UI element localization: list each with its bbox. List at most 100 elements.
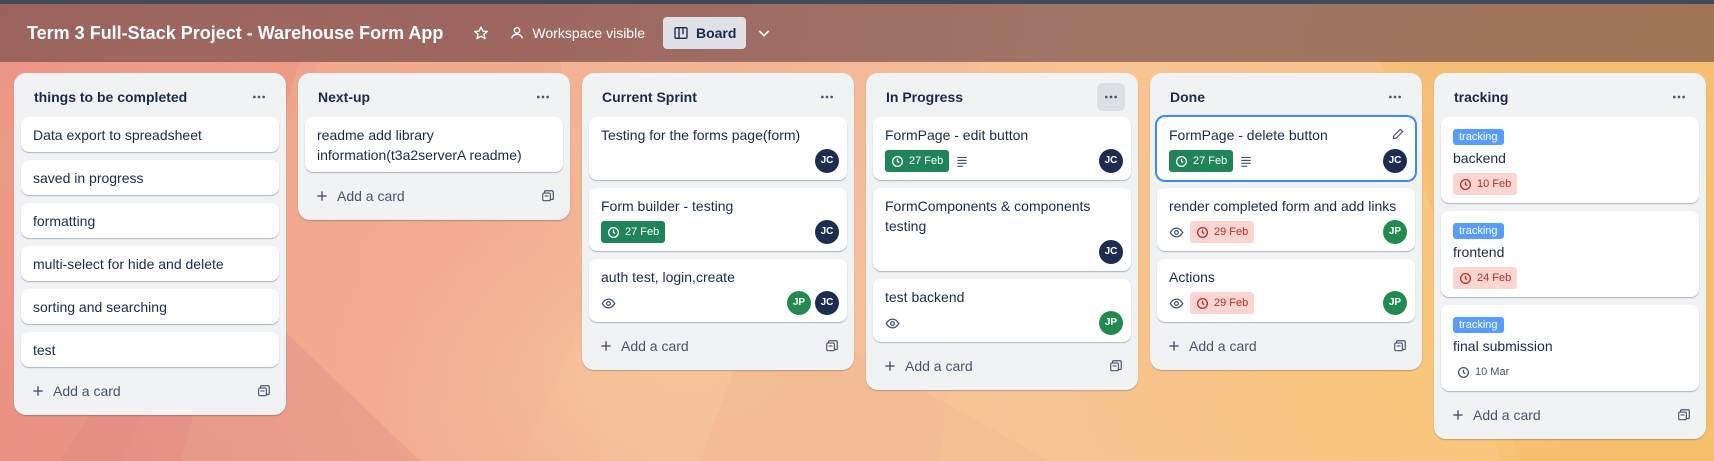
due-date-text: 29 Feb [1214, 226, 1249, 238]
card[interactable]: test [21, 332, 279, 367]
list-title[interactable]: Next-up [318, 89, 370, 105]
avatar[interactable]: JC [815, 149, 839, 173]
avatar[interactable]: JP [1383, 220, 1407, 244]
list-current-sprint: Current Sprint Testing for the forms page… [582, 73, 854, 370]
list-footer: Add a card [21, 375, 279, 407]
card[interactable]: FormPage - delete button 27 Feb JC [1157, 117, 1415, 180]
list-menu-button[interactable] [1381, 83, 1409, 111]
card-title: sorting and searching [33, 299, 167, 315]
add-card-button[interactable]: Add a card [1167, 338, 1257, 354]
avatar[interactable]: JP [1383, 291, 1407, 315]
list-title[interactable]: things to be completed [34, 89, 187, 105]
avatar[interactable]: JP [1099, 311, 1123, 335]
list-title[interactable]: Done [1170, 89, 1205, 105]
card-template-icon[interactable] [257, 384, 271, 398]
plus-icon [1451, 408, 1465, 422]
card-title: test [33, 342, 56, 358]
view-switcher-button[interactable] [746, 17, 782, 49]
add-card-button[interactable]: Add a card [315, 188, 405, 204]
list-title[interactable]: In Progress [886, 89, 963, 105]
due-date-badge[interactable]: 27 Feb [1169, 150, 1234, 172]
card-members: JC [1383, 149, 1407, 173]
card-title: multi-select for hide and delete [33, 256, 224, 272]
list-menu-button[interactable] [529, 83, 557, 111]
list-menu-button[interactable] [1665, 83, 1693, 111]
card[interactable]: Form builder - testing 27 Feb JC [589, 188, 847, 251]
due-date-text: 27 Feb [1193, 155, 1228, 167]
due-date-badge[interactable]: 10 Feb [1453, 173, 1518, 195]
card[interactable]: sorting and searching [21, 289, 279, 324]
eye-icon [1169, 225, 1184, 240]
card[interactable]: formatting [21, 203, 279, 238]
board-title[interactable]: Term 3 Full-Stack Project - Warehouse Fo… [27, 23, 443, 44]
list-menu-button[interactable] [245, 83, 273, 111]
list-menu-button[interactable] [813, 83, 841, 111]
list-header: Next-up [305, 81, 563, 113]
plus-icon [1167, 339, 1181, 353]
due-date-text: 27 Feb [909, 155, 944, 167]
due-date-badge[interactable]: 29 Feb [1190, 221, 1255, 243]
card-label[interactable]: tracking [1453, 223, 1504, 239]
pencil-icon[interactable] [1391, 127, 1405, 141]
card[interactable]: FormComponents & components testing JC [873, 188, 1131, 271]
list-next-up: Next-up readme add library information(t3… [298, 73, 570, 220]
card[interactable]: FormPage - edit button 27 Feb JC [873, 117, 1131, 180]
card-title: Form builder - testing [601, 198, 734, 214]
due-date-badge[interactable]: 29 Feb [1190, 292, 1255, 314]
add-card-label: Add a card [337, 188, 405, 204]
add-card-button[interactable]: Add a card [599, 338, 689, 354]
list-header: Done [1157, 81, 1415, 113]
card-template-icon[interactable] [1393, 339, 1407, 353]
card[interactable]: tracking backend 10 Feb [1441, 117, 1699, 203]
card[interactable]: tracking final submission 10 Mar [1441, 305, 1699, 391]
avatar[interactable]: JC [1099, 149, 1123, 173]
due-date-badge[interactable]: 10 Mar [1453, 361, 1515, 383]
due-date-badge[interactable]: 24 Feb [1453, 267, 1518, 289]
list-title[interactable]: Current Sprint [602, 89, 697, 105]
avatar[interactable]: JC [1099, 240, 1123, 264]
avatar[interactable]: JC [815, 220, 839, 244]
description-icon [1239, 154, 1253, 168]
card-members: JP [1099, 311, 1123, 335]
card[interactable]: Data export to spreadsheet [21, 117, 279, 152]
clock-icon [1457, 366, 1470, 379]
visibility-label: Workspace visible [532, 25, 645, 41]
add-card-button[interactable]: Add a card [1451, 407, 1541, 423]
due-date-badge[interactable]: 27 Feb [601, 221, 666, 243]
card[interactable]: readme add library information(t3a2serve… [305, 117, 563, 172]
card-label[interactable]: tracking [1453, 317, 1504, 333]
card[interactable]: render completed form and add links 29 Fe… [1157, 188, 1415, 251]
star-button[interactable] [463, 17, 499, 49]
due-date-badge[interactable]: 27 Feb [885, 150, 950, 172]
visibility-button[interactable]: Workspace visible [499, 17, 655, 49]
board-view-button[interactable]: Board [662, 17, 747, 49]
card-template-icon[interactable] [1677, 408, 1691, 422]
add-card-button[interactable]: Add a card [883, 358, 973, 374]
avatar[interactable]: JC [815, 291, 839, 315]
card[interactable]: test backend JP [873, 279, 1131, 342]
avatar[interactable]: JC [1383, 149, 1407, 173]
add-card-label: Add a card [1189, 338, 1257, 354]
list-header: things to be completed [21, 81, 279, 113]
card-label[interactable]: tracking [1453, 129, 1504, 145]
list-menu-button[interactable] [1097, 83, 1125, 111]
board-view-icon [673, 25, 689, 41]
card-template-icon[interactable] [541, 189, 555, 203]
list-title[interactable]: tracking [1454, 89, 1508, 105]
list-things-to-be-completed: things to be completed Data export to spr… [14, 73, 286, 415]
card[interactable]: multi-select for hide and delete [21, 246, 279, 281]
card[interactable]: tracking frontend 24 Feb [1441, 211, 1699, 297]
card-template-icon[interactable] [825, 339, 839, 353]
card[interactable]: saved in progress [21, 160, 279, 195]
card[interactable]: Actions 29 Feb JP [1157, 259, 1415, 322]
add-card-button[interactable]: Add a card [31, 383, 121, 399]
card[interactable]: Testing for the forms page(form) JC [589, 117, 847, 180]
card-badges: 27 Feb [1169, 149, 1403, 173]
avatar[interactable]: JP [787, 291, 811, 315]
card[interactable]: auth test, login,create JP JC [589, 259, 847, 322]
card-badges: 10 Mar [1453, 360, 1687, 384]
card-title: FormPage - edit button [885, 127, 1029, 143]
card-badges [885, 240, 1119, 264]
clock-icon [1175, 155, 1188, 168]
card-template-icon[interactable] [1109, 359, 1123, 373]
